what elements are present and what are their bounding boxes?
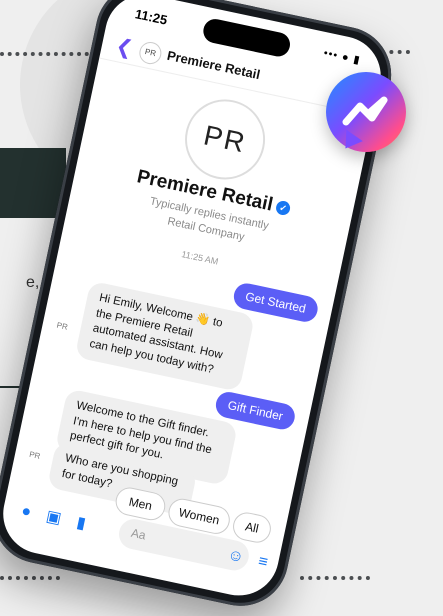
- message-input-placeholder: Aa: [129, 525, 148, 543]
- microphone-icon[interactable]: ▮: [68, 512, 94, 536]
- dotted-line-bottom: [0, 576, 60, 580]
- messenger-logo-icon: [326, 72, 406, 152]
- verified-badge-icon: ✓: [274, 199, 292, 217]
- menu-icon[interactable]: ≡: [250, 551, 276, 575]
- dotted-line-bottom-right: [300, 576, 370, 580]
- background-text-fragment: e,: [26, 274, 40, 291]
- image-icon[interactable]: ▣: [41, 506, 67, 530]
- chat-title[interactable]: Premiere Retail: [166, 48, 262, 82]
- messenger-bolt-icon: [342, 96, 388, 126]
- sender-tag-2: PR: [28, 449, 42, 461]
- message-bot-welcome: Hi Emily, Welcome 👋 to the Premiere Reta…: [74, 280, 256, 392]
- camera-icon[interactable]: ●: [13, 500, 39, 524]
- chevron-left-icon[interactable]: ❮: [114, 33, 136, 61]
- status-icons: ••• ● ▮: [322, 47, 362, 67]
- status-time: 11:25: [133, 6, 169, 28]
- profile-avatar: PR: [177, 92, 273, 187]
- emoji-icon[interactable]: ☺: [223, 545, 249, 569]
- sender-tag: PR: [55, 320, 69, 332]
- header-avatar[interactable]: PR: [137, 40, 164, 67]
